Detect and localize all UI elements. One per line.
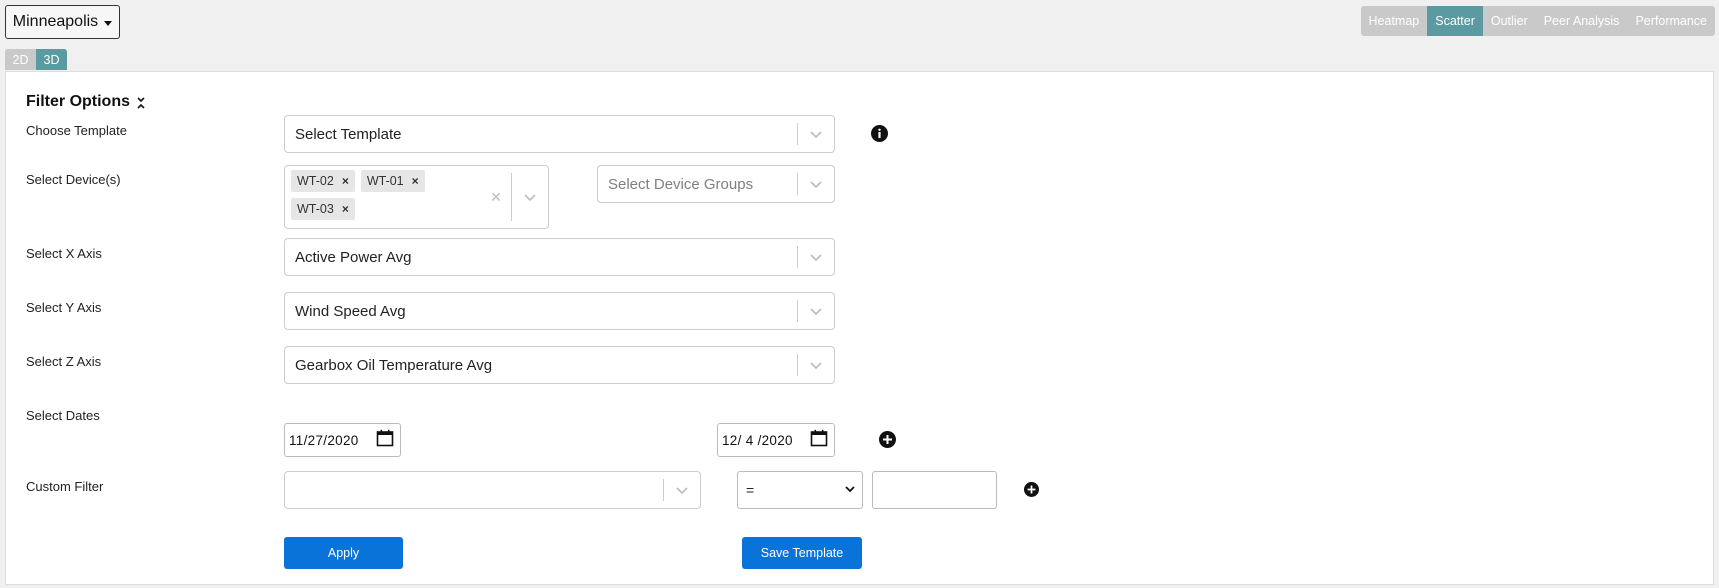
- add-date-range-icon[interactable]: [879, 431, 896, 448]
- y-axis-select[interactable]: Wind Speed Avg: [284, 292, 835, 330]
- custom-filter-indicators: [663, 472, 700, 508]
- tab-scatter[interactable]: Scatter: [1427, 6, 1483, 36]
- chip-label: WT-02: [297, 174, 334, 188]
- location-label: Minneapolis: [12, 13, 99, 30]
- devices-indicators: ×: [481, 166, 548, 228]
- info-icon[interactable]: [871, 125, 888, 142]
- device-chip: WT-03 ×: [291, 198, 355, 220]
- chevron-down-icon: [844, 482, 856, 498]
- operator-value: =: [746, 482, 755, 498]
- chevron-down-icon[interactable]: [798, 293, 834, 329]
- select-dates-label: Select Dates: [26, 408, 100, 423]
- operator-select[interactable]: =: [737, 471, 863, 509]
- device-chip: WT-01 ×: [360, 170, 425, 192]
- devices-multiselect[interactable]: WT-02 × WT-01 × WT-03 × ×: [284, 165, 549, 229]
- select-x-axis-label: Select X Axis: [26, 246, 102, 261]
- tab-3d[interactable]: 3D: [36, 49, 67, 70]
- chevron-down-icon[interactable]: [798, 116, 834, 152]
- tab-heatmap[interactable]: Heatmap: [1360, 6, 1428, 36]
- collapse-chevrons-icon[interactable]: [136, 96, 146, 110]
- y-axis-value: Wind Speed Avg: [295, 302, 406, 320]
- calendar-icon[interactable]: [376, 429, 394, 451]
- filter-panel: Filter Options Choose Template Select Te…: [5, 71, 1714, 585]
- view-tabs: Heatmap Scatter Outlier Peer Analysis Pe…: [1360, 6, 1715, 36]
- y-axis-indicators: [797, 293, 834, 329]
- clear-icon[interactable]: ×: [481, 187, 511, 208]
- template-select[interactable]: Select Template: [284, 115, 835, 153]
- location-dropdown[interactable]: Minneapolis: [5, 5, 120, 39]
- chevron-down-icon[interactable]: [798, 166, 834, 202]
- choose-template-label: Choose Template: [26, 123, 127, 138]
- chip-remove-icon[interactable]: ×: [340, 202, 355, 216]
- caret-down-icon: [104, 20, 113, 26]
- tab-2d[interactable]: 2D: [5, 49, 36, 70]
- start-date-input[interactable]: 11/27/2020: [284, 423, 401, 457]
- chip-label: WT-03: [297, 202, 334, 216]
- device-groups-placeholder: Select Device Groups: [608, 175, 754, 193]
- panel-title: Filter Options: [26, 93, 130, 110]
- tab-performance[interactable]: Performance: [1627, 6, 1715, 36]
- device-chip: WT-02 ×: [291, 170, 355, 192]
- custom-filter-label: Custom Filter: [26, 479, 104, 494]
- tab-outlier[interactable]: Outlier: [1482, 6, 1536, 36]
- calendar-icon[interactable]: [810, 429, 828, 451]
- custom-filter-field-select[interactable]: [284, 471, 701, 509]
- end-date-input[interactable]: 12/ 4 /2020: [717, 423, 835, 457]
- chevron-down-icon[interactable]: [798, 347, 834, 383]
- z-axis-value: Gearbox Oil Temperature Avg: [295, 356, 493, 374]
- add-custom-filter-icon[interactable]: [1024, 482, 1039, 497]
- select-y-axis-label: Select Y Axis: [26, 300, 102, 315]
- select-devices-label: Select Device(s): [26, 172, 121, 187]
- start-date-value: 11/27/2020: [289, 432, 359, 448]
- z-axis-indicators: [797, 347, 834, 383]
- chip-label: WT-01: [366, 174, 404, 188]
- filter-options-header[interactable]: Filter Options: [26, 93, 146, 111]
- apply-button[interactable]: Apply: [284, 537, 403, 569]
- device-chips: WT-02 × WT-01 × WT-03 ×: [285, 166, 481, 228]
- chevron-down-icon[interactable]: [512, 166, 548, 228]
- x-axis-select[interactable]: Active Power Avg: [284, 238, 835, 276]
- template-select-value: Select Template: [295, 125, 402, 143]
- custom-filter-value-input[interactable]: [872, 471, 997, 509]
- chevron-down-icon[interactable]: [798, 239, 834, 275]
- chip-remove-icon[interactable]: ×: [340, 174, 355, 188]
- chip-remove-icon[interactable]: ×: [410, 174, 425, 188]
- device-groups-indicators: [797, 166, 834, 202]
- save-template-button[interactable]: Save Template: [742, 537, 862, 569]
- x-axis-value: Active Power Avg: [295, 248, 412, 266]
- template-select-indicators: [797, 116, 834, 152]
- end-date-value: 12/ 4 /2020: [722, 432, 793, 448]
- z-axis-select[interactable]: Gearbox Oil Temperature Avg: [284, 346, 835, 384]
- tab-peer-analysis[interactable]: Peer Analysis: [1535, 6, 1628, 36]
- select-z-axis-label: Select Z Axis: [26, 354, 102, 369]
- chevron-down-icon[interactable]: [664, 472, 700, 508]
- x-axis-indicators: [797, 239, 834, 275]
- dimension-tabs: 2D 3D: [5, 49, 67, 70]
- device-groups-select[interactable]: Select Device Groups: [597, 165, 835, 203]
